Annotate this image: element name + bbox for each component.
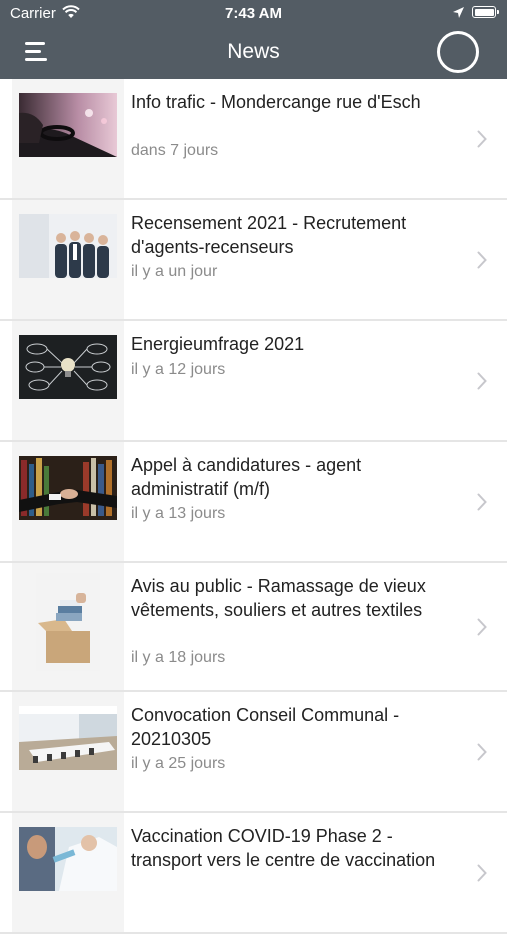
chevron-right-icon: [477, 372, 487, 395]
menu-icon-bar: [25, 42, 45, 45]
vaccination-thumbnail: [19, 827, 117, 891]
news-item[interactable]: Vaccination COVID-19 Phase 2 - transport…: [0, 813, 507, 934]
clothes-box-thumbnail: [36, 573, 100, 671]
news-date: dans 7 jours: [131, 142, 219, 159]
handshake-thumbnail: [19, 456, 117, 520]
news-title: Info trafic - Mondercange rue d'Esch: [131, 92, 421, 112]
news-item[interactable]: Energieumfrage 2021 il y a 12 jours: [0, 321, 507, 442]
news-item[interactable]: Convocation Conseil Communal - 20210305 …: [0, 692, 507, 813]
car-traffic-thumbnail: [19, 93, 117, 157]
chevron-right-icon: [477, 251, 487, 274]
news-title: Avis au public - Ramassage de vieux vête…: [131, 576, 426, 620]
news-date: il y a un jour: [131, 263, 218, 280]
news-date: il y a 25 jours: [131, 755, 226, 772]
business-team-thumbnail: [19, 214, 117, 278]
battery-icon: [472, 6, 499, 18]
news-date: il y a 12 jours: [131, 361, 226, 378]
news-title: Energieumfrage 2021: [131, 334, 305, 354]
news-title: Recensement 2021 - Recrutement d'agents-…: [131, 213, 407, 257]
news-item[interactable]: Recensement 2021 - Recrutement d'agents-…: [0, 200, 507, 321]
chevron-right-icon: [477, 130, 487, 153]
news-title: Appel à candidatures - agent administrat…: [131, 455, 362, 499]
app-header: Carrier 7:43 AM News: [0, 0, 507, 79]
chevron-right-icon: [477, 493, 487, 516]
conference-room-thumbnail: [19, 706, 117, 770]
news-title: Convocation Conseil Communal - 20210305: [131, 705, 400, 749]
news-item[interactable]: Info trafic - Mondercange rue d'Esch dan…: [0, 79, 507, 200]
news-date: il y a 18 jours: [131, 649, 226, 666]
chevron-right-icon: [477, 864, 487, 887]
news-date: il y a 13 jours: [131, 505, 226, 522]
page-title: News: [227, 40, 280, 63]
news-item[interactable]: Appel à candidatures - agent administrat…: [0, 442, 507, 563]
news-title: Vaccination COVID-19 Phase 2 - transport…: [131, 826, 436, 870]
chevron-right-icon: [477, 743, 487, 766]
menu-button[interactable]: [25, 41, 49, 63]
status-bar: Carrier 7:43 AM: [0, 0, 507, 28]
menu-icon-bar: [25, 50, 41, 53]
status-time: 7:43 AM: [225, 5, 282, 22]
chevron-right-icon: [477, 618, 487, 641]
news-item[interactable]: Avis au public - Ramassage de vieux vête…: [0, 563, 507, 692]
circle-icon-button[interactable]: [437, 31, 479, 73]
location-arrow-icon: [452, 6, 465, 24]
lightbulb-chalkboard-thumbnail: [19, 335, 117, 399]
menu-icon-bar: [25, 58, 47, 61]
news-list: Info trafic - Mondercange rue d'Esch dan…: [0, 79, 507, 934]
